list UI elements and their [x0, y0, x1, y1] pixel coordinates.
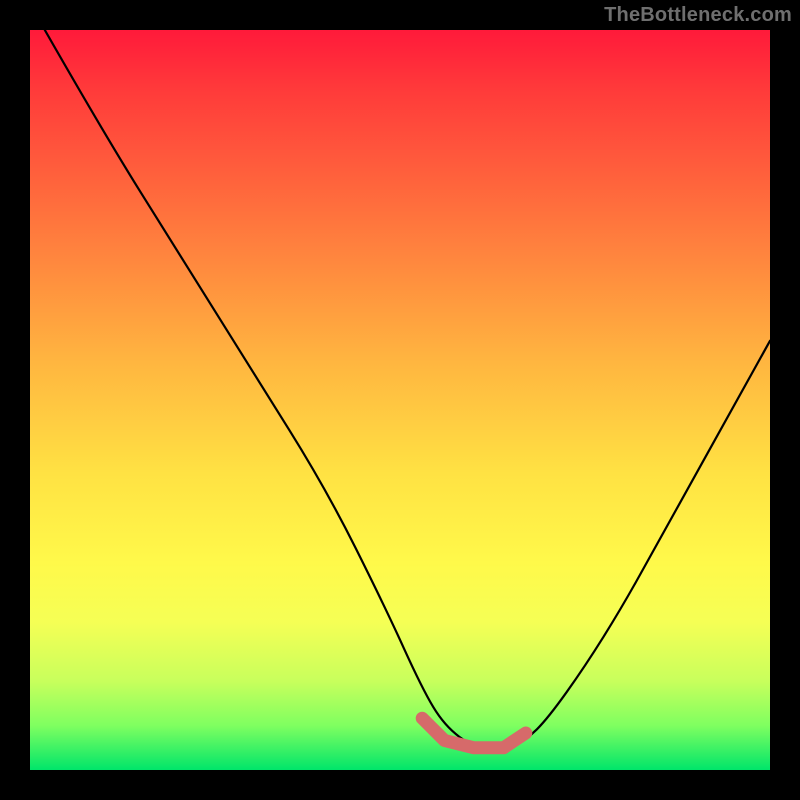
curve-layer: [30, 30, 770, 770]
watermark-text: TheBottleneck.com: [604, 4, 792, 27]
chart-frame: TheBottleneck.com: [0, 0, 800, 800]
bottleneck-curve-path: [45, 30, 770, 748]
gradient-plot-area: [30, 30, 770, 770]
optimal-band-path: [422, 718, 526, 748]
